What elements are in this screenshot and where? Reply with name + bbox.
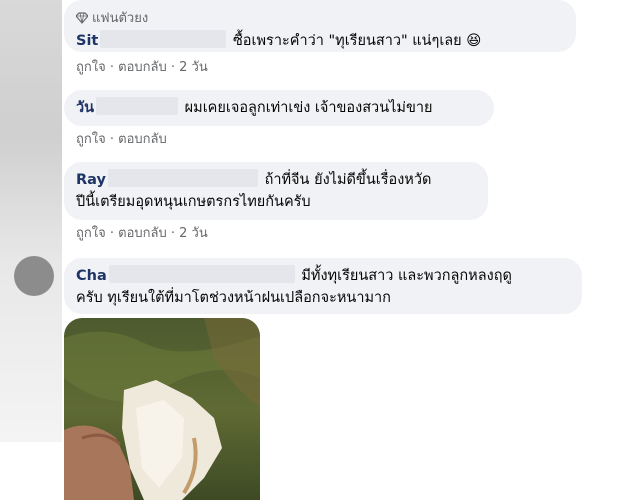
like-link[interactable]: ถูกใจ (76, 226, 106, 241)
commenter-name[interactable]: Cha (76, 268, 107, 284)
commenter-name[interactable]: วัน (76, 100, 94, 116)
reply-link[interactable]: ตอบกลับ (118, 132, 167, 147)
comment-body-line-2: ครับ ทุเรียนใต้ที่มาโตช่วงหน้าฝนเปลือกจะ… (76, 290, 391, 306)
comment-text: วัน ผมเคยเจอลูกเท่าเข่ง เจ้าของสวนไม่ขาย (76, 97, 482, 119)
like-link[interactable]: ถูกใจ (76, 132, 106, 147)
comment-bubble-1: แฟนตัวยง Sit ซื้อเพราะคำว่า "ทุเรียนสาว"… (64, 0, 576, 52)
like-link[interactable]: ถูกใจ (76, 60, 106, 75)
separator: · (166, 60, 180, 75)
redacted-name (108, 265, 295, 283)
comment-text: Ray ถ้าที่จีน ยังไม่ดีขึ้นเรื่องหวัด (76, 169, 476, 191)
comment-text: Sit ซื้อเพราะคำว่า "ทุเรียนสาว" แน่ๆเลย … (76, 30, 564, 52)
left-strip (0, 0, 62, 442)
commenter-name[interactable]: Ray (76, 172, 106, 188)
comment-bubble-2: วัน ผมเคยเจอลูกเท่าเข่ง เจ้าของสวนไม่ขาย (64, 90, 494, 126)
comment-bubble-3: Ray ถ้าที่จีน ยังไม่ดีขึ้นเรื่องหวัด ปีน… (64, 162, 488, 220)
reply-link[interactable]: ตอบกลับ (118, 60, 167, 75)
badge-label: แฟนตัวยง (92, 11, 149, 26)
timestamp[interactable]: 2 วัน (179, 60, 208, 75)
redacted-name (96, 97, 179, 115)
avatar[interactable] (14, 256, 54, 296)
comment-text: Cha มีทั้งทุเรียนสาว และพวกลูกหลงฤดู (76, 265, 570, 287)
diamond-icon (76, 11, 88, 24)
redacted-name (107, 169, 258, 187)
separator: · (105, 132, 119, 147)
separator: · (105, 60, 119, 75)
reply-link[interactable]: ตอบกลับ (118, 226, 167, 241)
comment-actions: ถูกใจ · ตอบกลับ (76, 128, 167, 149)
comment-actions: ถูกใจ · ตอบกลับ · 2 วัน (76, 222, 208, 243)
separator: · (166, 226, 180, 241)
comment-photo[interactable] (64, 318, 260, 500)
comment-bubble-4: Cha มีทั้งทุเรียนสาว และพวกลูกหลงฤดู ครั… (64, 258, 582, 314)
separator: · (105, 226, 119, 241)
timestamp[interactable]: 2 วัน (179, 226, 208, 241)
comment-actions: ถูกใจ · ตอบกลับ · 2 วัน (76, 56, 208, 77)
durian-husk-photo (64, 318, 260, 500)
commenter-name[interactable]: Sit (76, 33, 98, 49)
comment-body-line-2: ปีนี้เตรียมอุดหนุนเกษตรกรไทยกันครับ (76, 194, 311, 210)
comment-body-line-1: ถ้าที่จีน ยังไม่ดีขึ้นเรื่องหวัด (264, 172, 432, 188)
comment-body: ซื้อเพราะคำว่า "ทุเรียนสาว" แน่ๆเลย 😆 (232, 33, 482, 49)
redacted-name (100, 30, 227, 48)
comment-body: ผมเคยเจอลูกเท่าเข่ง เจ้าของสวนไม่ขาย (184, 100, 433, 116)
top-fan-badge[interactable]: แฟนตัวยง (76, 7, 564, 28)
comment-body-line-1: มีทั้งทุเรียนสาว และพวกลูกหลงฤดู (301, 268, 512, 284)
